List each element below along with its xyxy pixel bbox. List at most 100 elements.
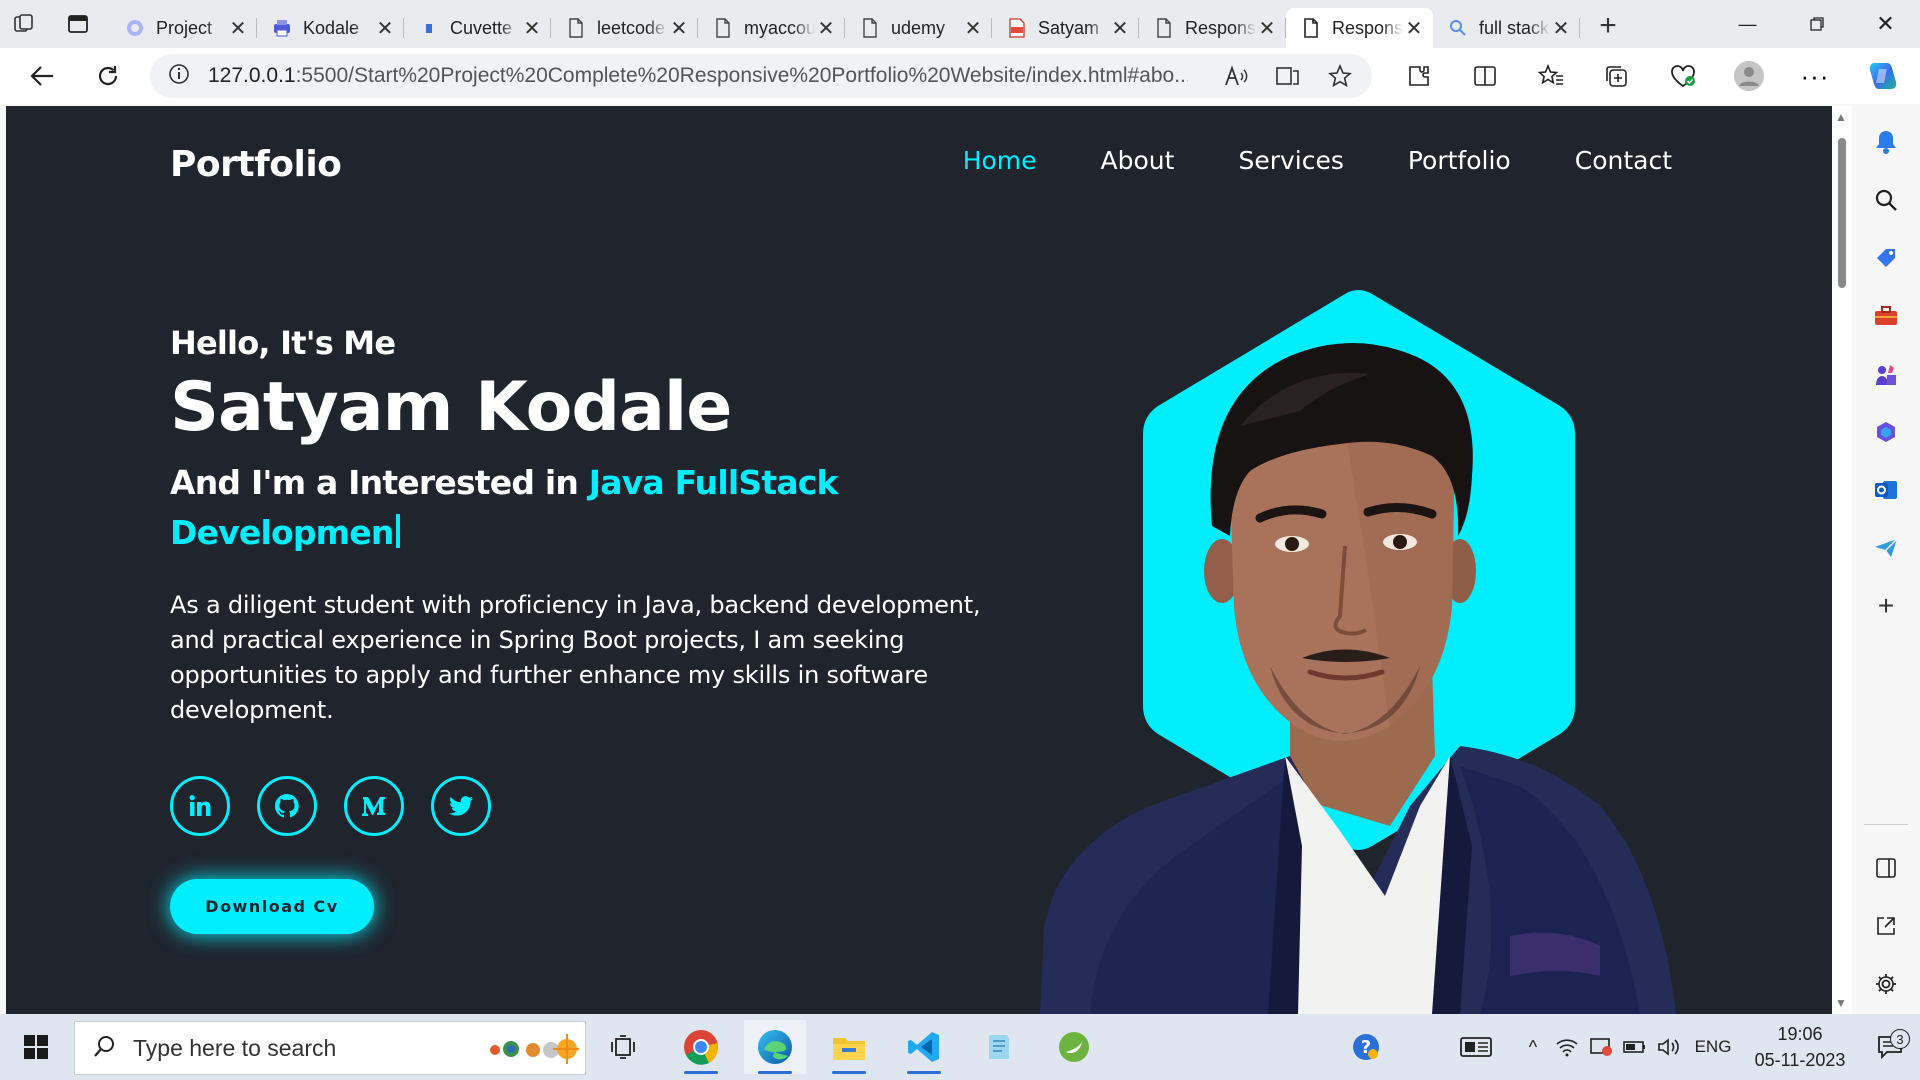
more-menu-icon[interactable]: ··· bbox=[1782, 54, 1848, 98]
search-icon bbox=[93, 1034, 117, 1063]
tab-actions-icon[interactable] bbox=[54, 0, 102, 48]
show-hidden-icons-chevron[interactable]: ^ bbox=[1516, 1037, 1550, 1058]
close-tab-icon[interactable]: ✕ bbox=[1550, 17, 1572, 40]
tab-6[interactable]: Satyam ✕ bbox=[992, 8, 1139, 48]
read-aloud-icon[interactable] bbox=[1210, 54, 1262, 98]
scroll-thumb[interactable] bbox=[1838, 138, 1846, 288]
medium-icon[interactable] bbox=[344, 776, 404, 836]
linkedin-icon[interactable] bbox=[170, 776, 230, 836]
shopping-tag-icon[interactable] bbox=[1866, 238, 1906, 278]
games-icon[interactable] bbox=[1866, 354, 1906, 394]
minimize-icon[interactable]: — bbox=[1713, 0, 1782, 48]
defender-icon[interactable] bbox=[1584, 1036, 1618, 1058]
tab-1[interactable]: Kodale ✕ bbox=[257, 8, 404, 48]
close-tab-icon[interactable]: ✕ bbox=[815, 17, 837, 40]
window-controls: — ✕ bbox=[1713, 0, 1920, 48]
battery-icon[interactable] bbox=[1618, 1040, 1652, 1054]
address-bar[interactable]: 127.0.0.1:5500/Start%20Project%20Complet… bbox=[150, 54, 1372, 98]
close-tab-icon[interactable]: ✕ bbox=[227, 17, 249, 40]
sidebar-settings-gear-icon[interactable] bbox=[1866, 964, 1906, 1004]
tab-title: leetcode bbox=[597, 17, 666, 38]
close-tab-icon[interactable]: ✕ bbox=[374, 17, 396, 40]
scroll-up-icon[interactable]: ▲ bbox=[1835, 110, 1847, 124]
nav-contact[interactable]: Contact bbox=[1575, 146, 1672, 175]
github-icon[interactable] bbox=[257, 776, 317, 836]
scroll-down-icon[interactable]: ▼ bbox=[1835, 996, 1847, 1010]
notification-count-badge: 3 bbox=[1890, 1029, 1910, 1049]
page-scrollbar[interactable]: ▲ ▼ bbox=[1832, 106, 1852, 1014]
collections-icon[interactable] bbox=[1584, 54, 1650, 98]
nav-portfolio[interactable]: Portfolio bbox=[1408, 146, 1511, 175]
vscode-app-icon[interactable] bbox=[893, 1020, 955, 1074]
immersive-reader-icon[interactable] bbox=[1262, 54, 1314, 98]
tab-4[interactable]: myaccount ✕ bbox=[698, 8, 845, 48]
tab-7[interactable]: Responsive ✕ bbox=[1139, 8, 1286, 48]
microsoft-365-icon[interactable] bbox=[1866, 412, 1906, 452]
download-cv-button[interactable]: Download Cv bbox=[170, 879, 374, 934]
chrome-app-icon[interactable] bbox=[670, 1020, 732, 1074]
windows-start-icon[interactable] bbox=[0, 1014, 72, 1080]
edge-app-icon[interactable] bbox=[744, 1020, 806, 1074]
info-icon[interactable] bbox=[168, 63, 190, 90]
refresh-icon[interactable] bbox=[82, 54, 134, 98]
split-screen-icon[interactable] bbox=[1452, 54, 1518, 98]
task-view-icon[interactable] bbox=[593, 1020, 655, 1074]
workspaces-icon[interactable] bbox=[0, 0, 48, 48]
nav-about[interactable]: About bbox=[1101, 146, 1175, 175]
site-logo[interactable]: Portfolio bbox=[170, 144, 342, 185]
close-tab-icon[interactable]: ✕ bbox=[668, 17, 690, 40]
close-tab-icon[interactable]: ✕ bbox=[1403, 17, 1425, 40]
close-tab-icon[interactable]: ✕ bbox=[1109, 17, 1131, 40]
close-tab-icon[interactable]: ✕ bbox=[962, 17, 984, 40]
notifications-bell-icon[interactable] bbox=[1866, 122, 1906, 162]
favorite-star-icon[interactable] bbox=[1314, 54, 1366, 98]
search-icon[interactable] bbox=[1866, 180, 1906, 220]
nav-services[interactable]: Services bbox=[1238, 146, 1343, 175]
language-indicator[interactable]: ENG bbox=[1686, 1037, 1740, 1057]
new-tab-button[interactable]: + bbox=[1586, 4, 1630, 48]
close-window-icon[interactable]: ✕ bbox=[1851, 0, 1920, 48]
twitter-icon[interactable] bbox=[431, 776, 491, 836]
tab-2[interactable]: Cuvette ✕ bbox=[404, 8, 551, 48]
drop-send-icon[interactable] bbox=[1866, 528, 1906, 568]
notification-center-icon[interactable]: 3 bbox=[1860, 1029, 1920, 1059]
copilot-icon[interactable] bbox=[1848, 54, 1920, 98]
file-explorer-icon[interactable] bbox=[818, 1020, 880, 1074]
wifi-icon[interactable] bbox=[1550, 1037, 1584, 1057]
volume-icon[interactable] bbox=[1652, 1037, 1686, 1057]
tab-0[interactable]: Project ✕ bbox=[110, 8, 257, 48]
tab-3[interactable]: leetcode ✕ bbox=[551, 8, 698, 48]
tools-briefcase-icon[interactable] bbox=[1866, 296, 1906, 336]
notepad-app-icon[interactable] bbox=[968, 1020, 1030, 1074]
tab-8-active[interactable]: Responsive ✕ bbox=[1286, 8, 1433, 48]
outlook-icon[interactable] bbox=[1866, 470, 1906, 510]
open-external-icon[interactable] bbox=[1866, 906, 1906, 946]
news-widget-icon[interactable] bbox=[1436, 1035, 1516, 1059]
hide-sidebar-icon[interactable] bbox=[1866, 848, 1906, 888]
help-icon[interactable]: ? bbox=[1336, 1032, 1396, 1062]
tab-title: Satyam bbox=[1038, 17, 1100, 38]
tab-5[interactable]: udemy ✕ bbox=[845, 8, 992, 48]
restore-icon[interactable] bbox=[1782, 0, 1851, 48]
toolbar-right: ··· bbox=[1386, 48, 1920, 104]
spring-tool-suite-icon[interactable] bbox=[1043, 1020, 1105, 1074]
extensions-icon[interactable] bbox=[1386, 54, 1452, 98]
url-text[interactable]: 127.0.0.1:5500/Start%20Project%20Complet… bbox=[208, 64, 1188, 88]
tab-title: Responsive bbox=[1185, 17, 1256, 38]
close-tab-icon[interactable]: ✕ bbox=[1256, 17, 1278, 40]
favorites-icon[interactable] bbox=[1518, 54, 1584, 98]
sidebar-divider bbox=[1864, 824, 1908, 825]
back-icon[interactable] bbox=[16, 54, 68, 98]
url-host: 127.0.0.1 bbox=[208, 64, 296, 87]
profile-avatar[interactable] bbox=[1716, 54, 1782, 98]
close-tab-icon[interactable]: ✕ bbox=[521, 17, 543, 40]
typing-cursor bbox=[395, 514, 400, 548]
add-sidebar-app-icon[interactable]: + bbox=[1866, 586, 1906, 626]
page-icon bbox=[565, 17, 587, 39]
tab-9[interactable]: full stack ✕ bbox=[1433, 8, 1580, 48]
taskbar-search-box[interactable]: Type here to search bbox=[74, 1021, 586, 1075]
browser-essentials-icon[interactable] bbox=[1650, 54, 1716, 98]
clock[interactable]: 19:06 05-11-2023 bbox=[1740, 1021, 1860, 1073]
nav-home[interactable]: Home bbox=[963, 146, 1037, 175]
page-icon bbox=[1300, 17, 1322, 39]
